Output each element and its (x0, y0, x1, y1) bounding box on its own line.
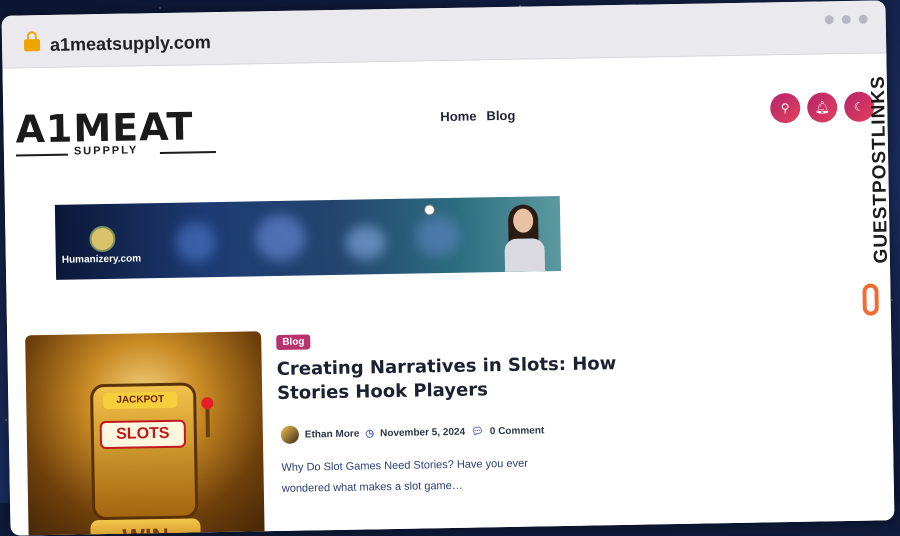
thumb-slots: SLOTS (99, 419, 187, 450)
link-icon (862, 283, 879, 316)
guestpostlinks-watermark: GUESTPOSTLINKS (853, 75, 892, 343)
knob-icon (201, 397, 214, 410)
site-logo[interactable]: A1MEAT SUPPPLY (15, 104, 216, 158)
nav-blog[interactable]: Blog (486, 108, 515, 124)
banner-blur (415, 215, 460, 257)
thumb-jackpot: JACKPOT (103, 391, 178, 410)
post-thumbnail[interactable]: JACKPOT SLOTS WIN (25, 331, 265, 536)
clock-icon: ◷ (365, 427, 375, 439)
banner-blur (255, 214, 306, 262)
logo-sub-text: SUPPPLY (73, 144, 139, 158)
post-excerpt: Why Do Slot Games Need Stories? Have you… (281, 457, 528, 495)
banner-brand: Humanizery.com (61, 253, 142, 266)
logo-main-text: A1MEAT (15, 104, 194, 152)
notifications-button[interactable]: 🔔︎ (806, 92, 838, 123)
post-author[interactable]: Ethan More (305, 428, 360, 440)
humanizery-logo-icon (89, 225, 116, 253)
post-date[interactable]: November 5, 2024 (380, 426, 465, 438)
avatar[interactable] (280, 425, 300, 444)
logo-line-left (15, 153, 68, 157)
page: A1MEAT SUPPPLY Home Blog ⚲ 🔔︎ ☾ Humanize… (2, 53, 895, 536)
logo-line-right (159, 151, 216, 155)
banner-blur (345, 225, 386, 260)
ad-banner[interactable]: Humanizery.com (54, 196, 562, 280)
window-dot-icon[interactable] (841, 14, 851, 25)
comments-icon: 💬︎ (471, 425, 484, 438)
window-dot-icon[interactable] (858, 14, 868, 24)
post-meta: Ethan More ◷ November 5, 2024 💬︎ 0 Comme… (280, 421, 545, 444)
window-controls (824, 14, 868, 25)
post-comments[interactable]: 0 Comment (490, 425, 545, 437)
slot-machine-image: JACKPOT SLOTS (89, 382, 214, 521)
category-badge[interactable]: Blog (276, 334, 311, 351)
search-button[interactable]: ⚲ (770, 92, 801, 124)
search-icon: ⚲ (780, 101, 790, 116)
banner-person-image (502, 204, 547, 273)
post-title[interactable]: Creating Narratives in Slots: How Storie… (277, 352, 618, 406)
nav-home[interactable]: Home (440, 108, 476, 124)
bell-icon: 🔔︎ (814, 100, 830, 115)
browser-window: a1meatsupply.com A1MEAT SUPPPLY Home Blo… (1, 0, 895, 536)
thumb-win: WIN (90, 518, 201, 536)
lock-icon (23, 39, 41, 52)
address-bar[interactable]: a1meatsupply.com (50, 32, 211, 56)
window-dot-icon[interactable] (824, 15, 834, 25)
banner-blur (175, 222, 216, 263)
main-nav: Home Blog (440, 108, 515, 124)
